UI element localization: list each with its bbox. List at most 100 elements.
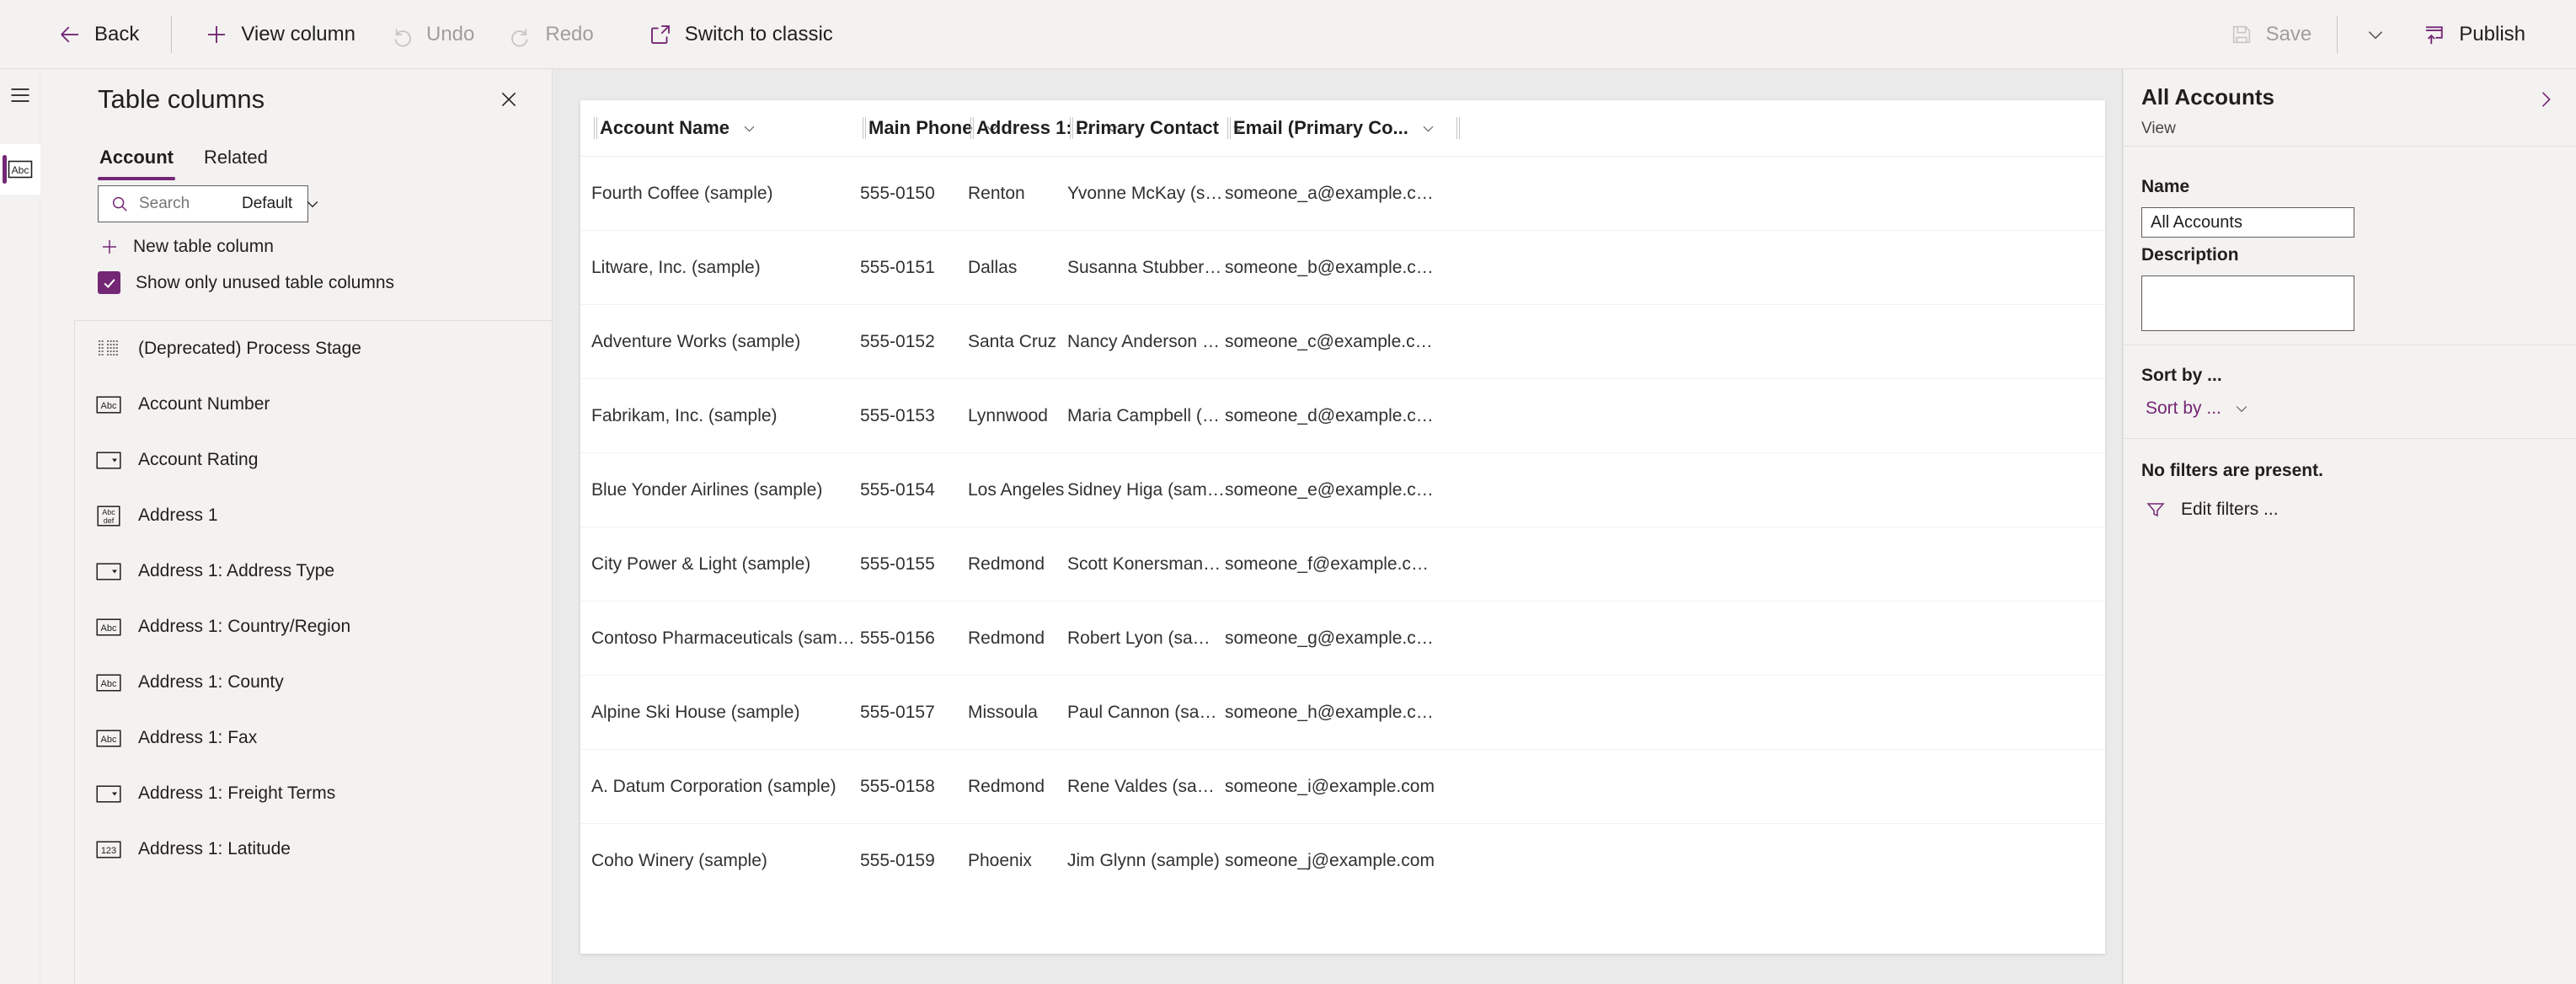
list-item[interactable]: Abc Address 1: Fax: [75, 710, 553, 766]
switch-to-classic-label: Switch to classic: [684, 22, 833, 45]
column-header-account-name[interactable]: Account Name: [580, 100, 860, 157]
cell-primary-contact: Nancy Anderson (sample): [1067, 331, 1225, 351]
column-resize-handle-end[interactable]: [1454, 116, 1462, 140]
column-header-address-1[interactable]: Address 1: ...: [968, 100, 1118, 157]
table-row[interactable]: Adventure Works (sample) 555-0152 Santa …: [580, 305, 2105, 379]
panel-tabs: Account Related: [98, 142, 297, 180]
list-item[interactable]: (Deprecated) Process Stage: [75, 321, 553, 377]
publish-button-label: Publish: [2459, 22, 2525, 45]
chevron-down-icon[interactable]: [741, 120, 757, 136]
list-item[interactable]: Address 1: Address Type: [75, 543, 553, 599]
tab-related[interactable]: Related: [202, 142, 270, 180]
column-filter-value: Default: [242, 195, 293, 212]
cell-email: someone_e@example.com: [1225, 479, 1435, 500]
filter-funnel-icon: [2146, 500, 2166, 520]
name-input[interactable]: [2141, 207, 2354, 238]
chevron-down-icon: [2233, 400, 2250, 417]
close-panel-button[interactable]: [494, 84, 524, 115]
search-input[interactable]: [137, 194, 230, 214]
hamburger-menu-button[interactable]: [0, 69, 40, 121]
cell-main-phone: 555-0156: [860, 628, 935, 648]
cell-main-phone: 555-0152: [860, 331, 935, 351]
grid-header-row: Account Name Main Phone Address 1: ... P…: [580, 100, 2105, 157]
rail-item-columns[interactable]: Abc: [0, 144, 40, 195]
column-resize-handle[interactable]: [591, 116, 600, 140]
column-filter-dropdown[interactable]: Default: [230, 186, 331, 222]
new-table-column-button[interactable]: New table column: [98, 232, 275, 262]
cell-email: someone_g@example.com: [1225, 628, 1435, 648]
table-row[interactable]: Alpine Ski House (sample) 555-0157 Misso…: [580, 676, 2105, 750]
column-resize-handle[interactable]: [1225, 116, 1233, 140]
cell-email: someone_b@example.com: [1225, 257, 1435, 277]
edit-filters-button[interactable]: Edit filters ...: [2146, 500, 2279, 520]
plus-icon: [204, 22, 229, 47]
command-bar-left-group: Back View column Undo Redo Switch to cla…: [0, 13, 850, 56]
list-item-label: (Deprecated) Process Stage: [138, 339, 361, 358]
expand-panel-button[interactable]: [2532, 86, 2559, 113]
table-row[interactable]: Contoso Pharmaceuticals (sample) 555-015…: [580, 602, 2105, 676]
chevron-down-icon: [304, 195, 321, 212]
table-row[interactable]: City Power & Light (sample) 555-0155 Red…: [580, 527, 2105, 602]
table-row[interactable]: Coho Winery (sample) 555-0159 Phoenix Ji…: [580, 824, 2105, 898]
list-item-label: Account Number: [138, 394, 270, 414]
cell-account-name: City Power & Light (sample): [591, 554, 811, 574]
description-textarea[interactable]: [2141, 275, 2354, 331]
show-only-unused-checkbox-row[interactable]: Show only unused table columns: [98, 271, 394, 294]
list-item[interactable]: Account Rating: [75, 432, 553, 488]
table-row[interactable]: A. Datum Corporation (sample) 555-0158 R…: [580, 750, 2105, 824]
tab-account[interactable]: Account: [98, 142, 175, 180]
list-item[interactable]: 123 Address 1: Latitude: [75, 821, 553, 877]
svg-text:123: 123: [101, 846, 116, 856]
chevron-down-icon[interactable]: [1420, 120, 1436, 136]
list-item[interactable]: Abc Address 1: County: [75, 655, 553, 710]
redo-button[interactable]: Redo: [491, 13, 610, 56]
save-options-chevron-button[interactable]: [2346, 15, 2405, 54]
column-resize-handle[interactable]: [1067, 116, 1076, 140]
cell-main-phone: 555-0158: [860, 776, 935, 796]
cell-email: someone_f@example.com: [1225, 554, 1435, 574]
page-title: All Accounts: [2141, 84, 2274, 110]
sort-by-dropdown[interactable]: Sort by ...: [2146, 398, 2250, 419]
column-header-primary-contact[interactable]: Primary Contact: [1067, 100, 1244, 157]
sort-by-dropdown-label: Sort by ...: [2146, 398, 2221, 418]
list-item[interactable]: Abc Address 1: Country/Region: [75, 599, 553, 655]
cell-primary-contact: Paul Cannon (sample): [1067, 702, 1225, 722]
list-item-label: Address 1: County: [138, 672, 284, 692]
table-columns-panel: Table columns Account Related Default: [40, 69, 593, 984]
cell-email: someone_a@example.com: [1225, 183, 1435, 203]
list-item[interactable]: Abc def Address 1: [75, 488, 553, 543]
no-filters-text: No filters are present.: [2141, 461, 2323, 480]
view-column-button[interactable]: View column: [187, 13, 372, 56]
save-button[interactable]: Save: [2212, 13, 2329, 56]
back-button[interactable]: Back: [40, 13, 156, 56]
search-and-filter-row: Default: [98, 185, 318, 222]
cell-address-1: Santa Cruz: [968, 331, 1057, 351]
cell-address-1: Renton: [968, 183, 1025, 203]
text-abc-icon: Abc: [96, 614, 121, 639]
column-header-email-primary-contact[interactable]: Email (Primary Co...: [1225, 100, 1435, 157]
column-header-main-phone[interactable]: Main Phone: [860, 100, 997, 157]
sort-section-label: Sort by ...: [2141, 366, 2222, 385]
table-row[interactable]: Fourth Coffee (sample) 555-0150 Renton Y…: [580, 157, 2105, 231]
hamburger-icon: [8, 83, 32, 107]
switch-to-classic-button[interactable]: Switch to classic: [631, 13, 850, 56]
search-box[interactable]: [99, 186, 230, 222]
list-item[interactable]: Address 1: Freight Terms: [75, 766, 553, 821]
redo-button-label: Redo: [545, 22, 594, 45]
list-item[interactable]: Abc Account Number: [75, 377, 553, 432]
table-row[interactable]: Fabrikam, Inc. (sample) 555-0153 Lynnwoo…: [580, 379, 2105, 453]
view-properties-panel: All Accounts View Name Description Sort …: [2124, 69, 2576, 984]
text-abc-icon: Abc: [96, 670, 121, 695]
checkbox-checked-icon[interactable]: [98, 271, 120, 294]
save-disk-icon: [2229, 22, 2254, 47]
cell-address-1: Phoenix: [968, 851, 1032, 870]
command-divider-1: [171, 15, 173, 53]
publish-button[interactable]: Publish: [2405, 13, 2542, 56]
undo-button[interactable]: Undo: [372, 13, 491, 56]
column-resize-handle[interactable]: [968, 116, 976, 140]
table-row[interactable]: Blue Yonder Airlines (sample) 555-0154 L…: [580, 453, 2105, 527]
table-row[interactable]: Litware, Inc. (sample) 555-0151 Dallas S…: [580, 231, 2105, 305]
table-columns-list[interactable]: (Deprecated) Process Stage Abc Account N…: [74, 320, 553, 984]
cell-email: someone_i@example.com: [1225, 776, 1435, 796]
column-resize-handle[interactable]: [860, 116, 868, 140]
